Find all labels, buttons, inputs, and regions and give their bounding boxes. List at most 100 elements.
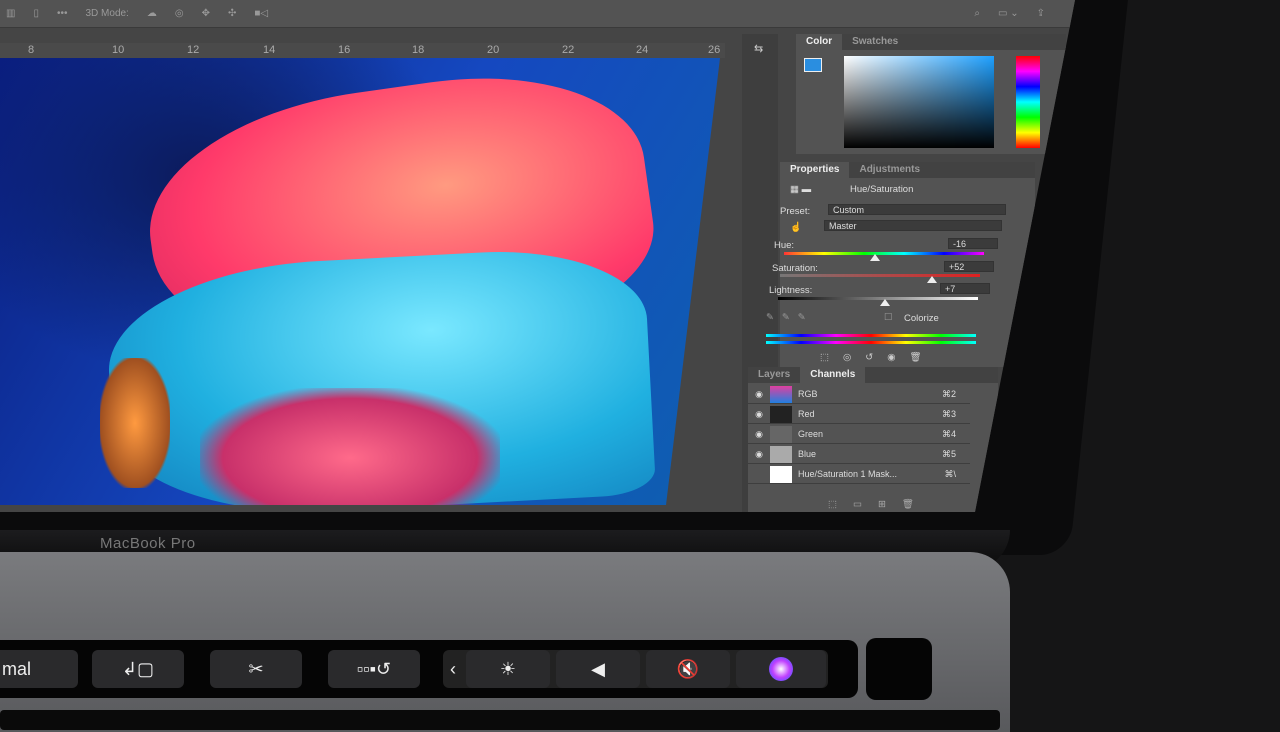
tab-properties[interactable]: Properties bbox=[780, 162, 850, 178]
hue-input[interactable]: -16 bbox=[948, 238, 998, 249]
3d-mode-label: 3D Mode: bbox=[85, 8, 129, 19]
laptop-brand: MacBook Pro bbox=[100, 535, 196, 552]
search-icon[interactable]: ⌕ bbox=[974, 8, 980, 19]
lightness-label: Lightness: bbox=[769, 285, 813, 296]
channel-thumbnail bbox=[770, 405, 792, 423]
keyboard-row bbox=[0, 710, 1000, 730]
pan-icon[interactable]: ✥ bbox=[202, 8, 210, 19]
ruler-tick: 16 bbox=[338, 44, 351, 56]
more-icon[interactable]: ••• bbox=[57, 8, 68, 19]
touch-bar-brightness-icon[interactable]: ☀ bbox=[466, 650, 550, 688]
ruler-tick: 12 bbox=[187, 44, 200, 56]
channels-footer-icons[interactable]: ⬚▭⊞🗑 bbox=[828, 499, 930, 510]
tab-channels[interactable]: Channels bbox=[800, 367, 866, 383]
channel-shortcut: ⌘\ bbox=[944, 468, 956, 479]
touch-bar-mute-icon[interactable]: 🔇 bbox=[646, 650, 730, 688]
color-bar-source bbox=[766, 334, 976, 337]
targeted-adjust-icon[interactable]: ☝ bbox=[790, 222, 802, 233]
lightness-slider-thumb[interactable] bbox=[880, 299, 890, 306]
visibility-icon[interactable]: ◉ bbox=[748, 389, 770, 400]
lightness-slider[interactable] bbox=[778, 297, 978, 300]
tab-layers[interactable]: Layers bbox=[748, 367, 800, 383]
touch-bar-collapse-icon[interactable]: ‹ bbox=[443, 650, 463, 688]
orbit-icon[interactable]: ☁ bbox=[147, 8, 157, 19]
photoshop-window: ▥ ▯ ••• 3D Mode: ☁ ◎ ✥ ✣ ■◁ ⌕ ▭ ⌄ ⇪ 8 10… bbox=[0, 0, 1075, 512]
hue-slider[interactable] bbox=[784, 252, 984, 255]
ruler-tick: 10 bbox=[112, 44, 125, 56]
touch-bar-undo-icon[interactable]: ▫▫▪↺ bbox=[328, 650, 420, 688]
visibility-icon[interactable]: ◉ bbox=[748, 449, 770, 460]
roll-icon[interactable]: ◎ bbox=[175, 8, 184, 19]
hue-slider-thumb[interactable] bbox=[870, 254, 881, 261]
share-icon[interactable]: ⇪ bbox=[1037, 8, 1045, 19]
channel-name: RGB bbox=[798, 389, 818, 399]
channel-shortcut: ⌘4 bbox=[941, 428, 956, 439]
ruler-tick: 18 bbox=[412, 44, 425, 56]
eyedropper-icons[interactable]: ✎ ✎ ✎ bbox=[766, 312, 806, 323]
properties-footer-icons[interactable]: ⬚◎↺◉🗑 bbox=[820, 352, 936, 363]
channel-row-green[interactable]: ◉ Green ⌘4 bbox=[748, 425, 970, 444]
camera-icon[interactable]: ■◁ bbox=[254, 8, 268, 19]
workspace-icon[interactable]: ▭ ⌄ bbox=[998, 8, 1019, 19]
range-select[interactable]: Master bbox=[824, 220, 1002, 231]
visibility-icon[interactable]: ◉ bbox=[748, 409, 770, 420]
image-canvas[interactable] bbox=[0, 58, 720, 505]
channel-thumbnail bbox=[770, 425, 792, 443]
channels-panel: Layers Channels ◉ RGB ⌘2 ◉ Red ⌘3 ◉ Green ⌘4 ◉ B… bbox=[748, 367, 998, 512]
channel-thumbnail bbox=[770, 445, 792, 463]
ruler-tick: 26 bbox=[708, 44, 721, 56]
distribute-icon[interactable]: ▯ bbox=[33, 8, 39, 19]
adjustment-icon: ▦ ▬ bbox=[790, 184, 812, 195]
touch-bar-transform-icon[interactable]: ↲▢ bbox=[92, 650, 184, 688]
preset-select[interactable]: Custom bbox=[828, 204, 1006, 215]
saturation-slider[interactable] bbox=[780, 274, 980, 277]
photo-neck bbox=[200, 388, 500, 505]
channel-shortcut: ⌘5 bbox=[941, 448, 956, 459]
touch-id-button[interactable] bbox=[866, 638, 932, 700]
preset-label: Preset: bbox=[780, 206, 811, 217]
properties-panel: Properties Adjustments ▦ ▬ Hue/Saturation… bbox=[766, 162, 1035, 367]
color-panel: Color Swatches bbox=[796, 34, 1066, 154]
ruler-tick: 20 bbox=[487, 44, 500, 56]
photo-earring bbox=[100, 358, 170, 488]
ruler-tick: 8 bbox=[28, 44, 35, 56]
channel-name: Green bbox=[798, 429, 824, 439]
tab-swatches[interactable]: Swatches bbox=[842, 34, 908, 50]
channel-shortcut: ⌘2 bbox=[941, 388, 956, 399]
channel-row-rgb[interactable]: ◉ RGB ⌘2 bbox=[748, 385, 970, 404]
foreground-color[interactable] bbox=[804, 58, 822, 72]
touch-bar-blend-mode[interactable]: mal bbox=[0, 650, 78, 688]
channel-shortcut: ⌘3 bbox=[941, 408, 956, 419]
colorize-checkbox[interactable]: ☐ bbox=[884, 312, 893, 323]
adjustment-title: Hue/Saturation bbox=[850, 184, 914, 195]
color-field[interactable] bbox=[844, 56, 994, 148]
touch-bar-scissors-icon[interactable]: ✂ bbox=[210, 650, 302, 688]
channel-thumbnail bbox=[770, 385, 792, 403]
tab-color[interactable]: Color bbox=[796, 34, 843, 50]
channel-name: Hue/Saturation 1 Mask... bbox=[798, 469, 898, 479]
channel-row-blue[interactable]: ◉ Blue ⌘5 bbox=[748, 445, 970, 464]
align-icon[interactable]: ▥ bbox=[6, 8, 15, 19]
colorize-label: Colorize bbox=[904, 313, 939, 324]
hue-label: Hue: bbox=[774, 240, 795, 251]
channel-name: Blue bbox=[798, 449, 817, 459]
visibility-icon[interactable]: ◉ bbox=[748, 429, 770, 440]
hue-strip[interactable] bbox=[1016, 56, 1040, 148]
channel-row-mask[interactable]: Hue/Saturation 1 Mask... ⌘\ bbox=[748, 465, 970, 484]
touch-bar-siri-icon[interactable] bbox=[736, 650, 826, 688]
ruler-tick: 14 bbox=[263, 44, 276, 56]
history-icon[interactable]: ⇆ bbox=[742, 34, 778, 63]
ruler-tick: 24 bbox=[636, 44, 649, 56]
channel-row-red[interactable]: ◉ Red ⌘3 bbox=[748, 405, 970, 424]
tab-adjustments[interactable]: Adjustments bbox=[849, 162, 930, 178]
lightness-input[interactable]: +7 bbox=[940, 283, 990, 294]
saturation-input[interactable]: +52 bbox=[944, 261, 994, 272]
options-bar: ▥ ▯ ••• 3D Mode: ☁ ◎ ✥ ✣ ■◁ ⌕ ▭ ⌄ ⇪ bbox=[0, 0, 1075, 28]
ruler-tick: 22 bbox=[562, 44, 575, 56]
slide-icon[interactable]: ✣ bbox=[228, 8, 236, 19]
touch-bar-volume-icon[interactable]: ◀ bbox=[556, 650, 640, 688]
channel-thumbnail bbox=[770, 465, 792, 483]
horizontal-ruler: 8 10 12 14 16 18 20 22 24 26 bbox=[0, 43, 725, 58]
channel-name: Red bbox=[798, 409, 815, 419]
saturation-slider-thumb[interactable] bbox=[927, 276, 937, 283]
